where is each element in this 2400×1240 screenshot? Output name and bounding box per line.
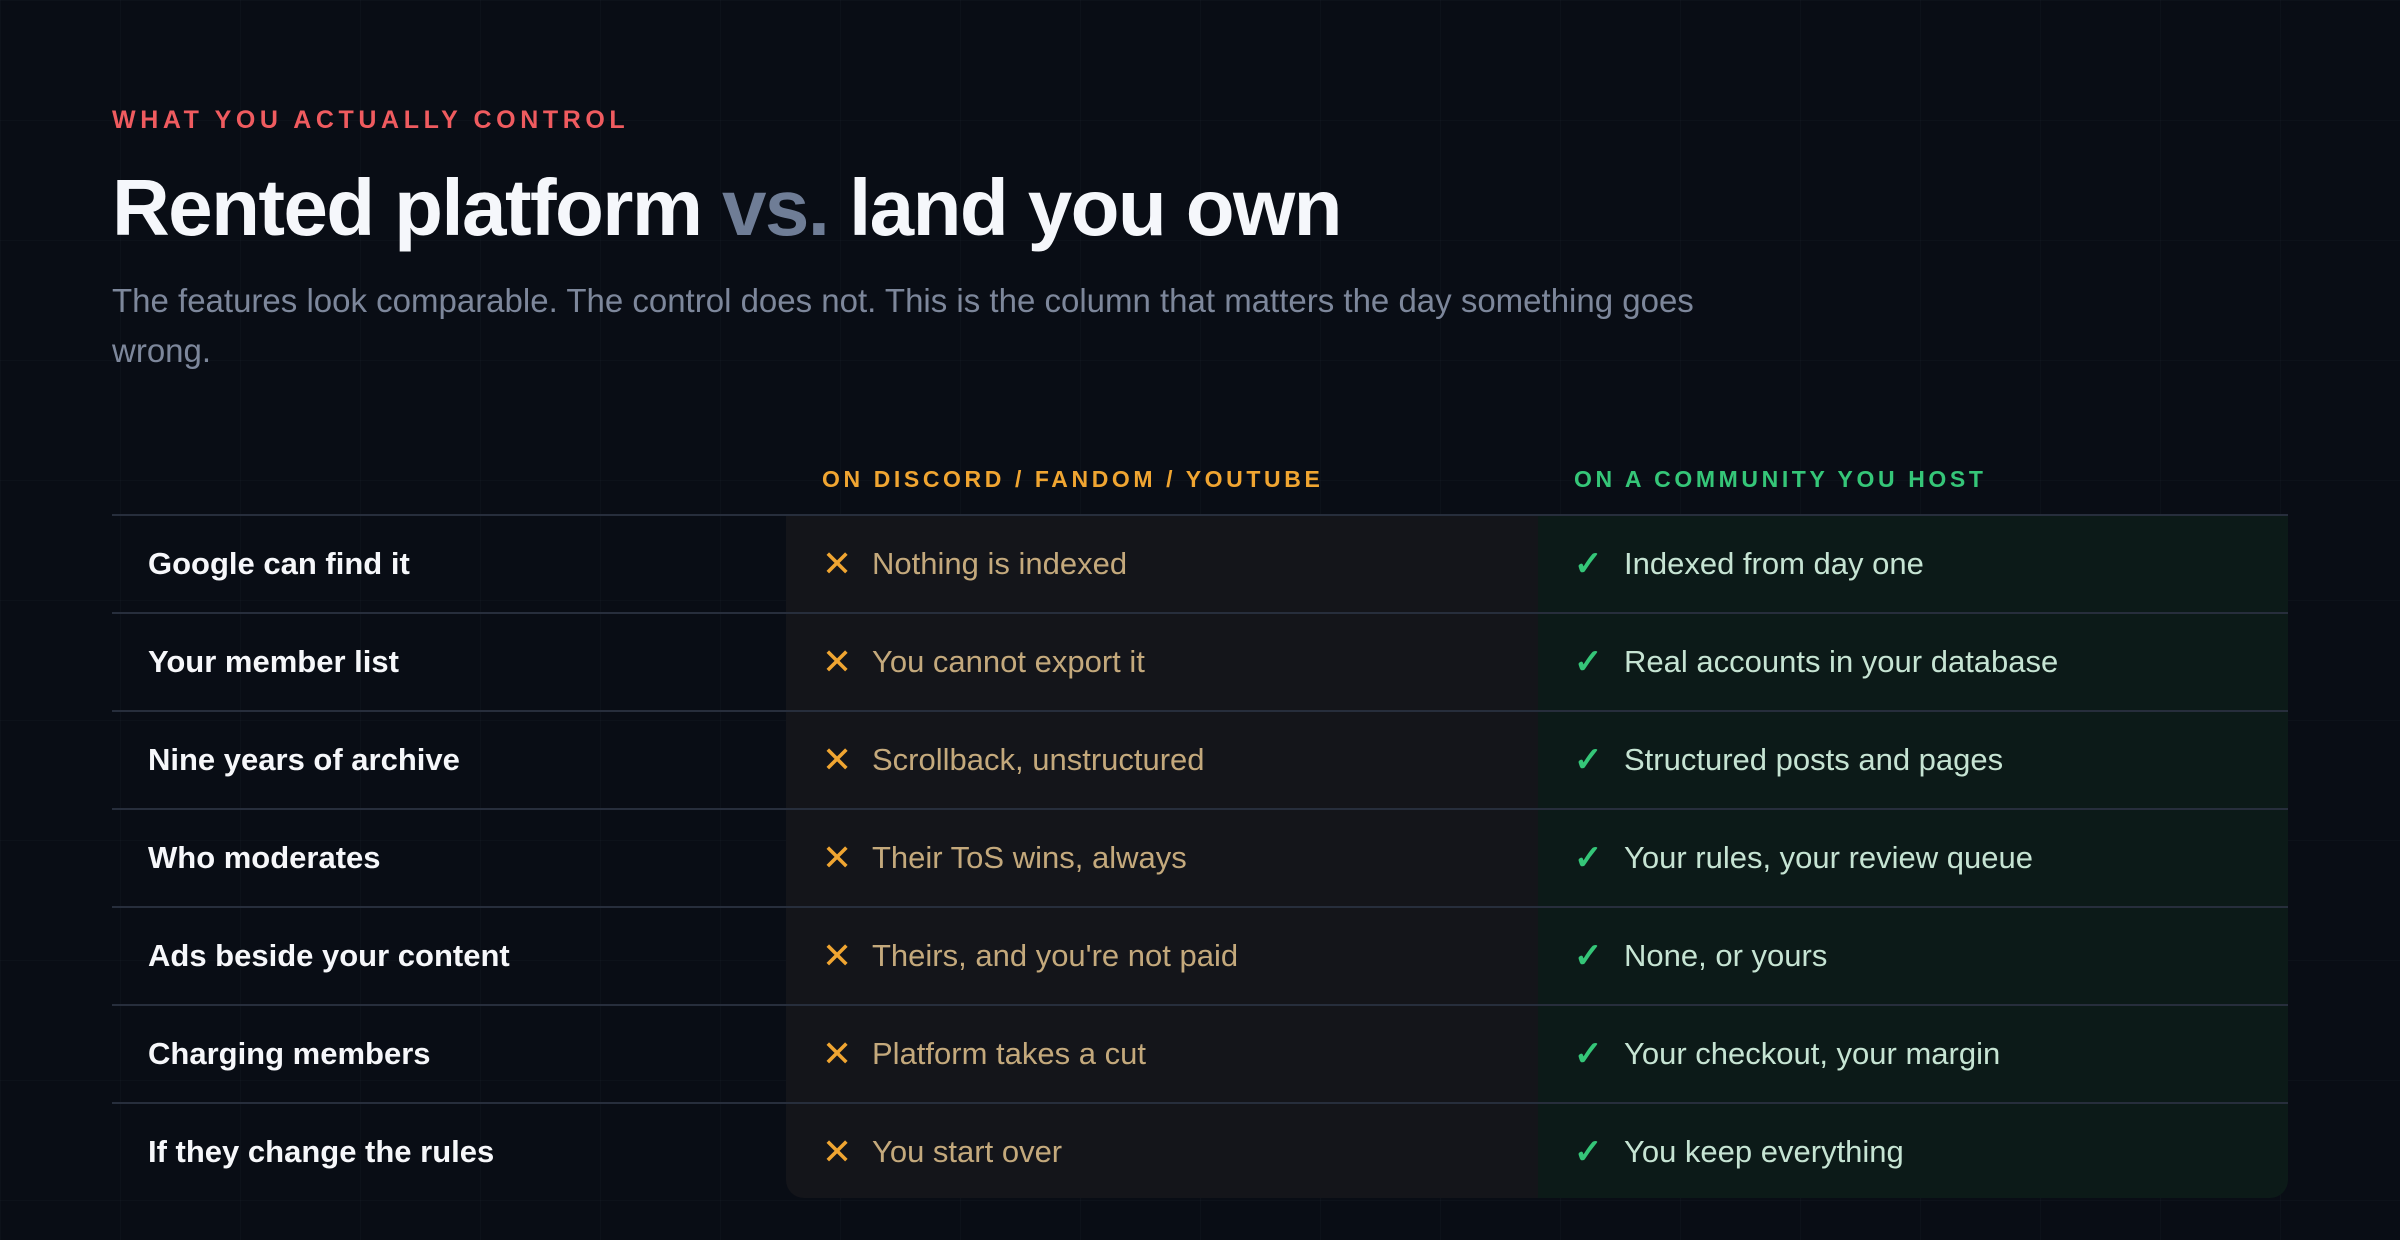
rented-text: Their ToS wins, always <box>872 840 1187 875</box>
owned-cell: ✓ You keep everything <box>1574 1104 1904 1200</box>
owned-text: None, or yours <box>1624 938 1828 973</box>
table-row: Your member list ✕ You cannot export it ✓ Re… <box>112 612 2288 710</box>
rented-cell: ✕ You start over <box>822 1104 1062 1200</box>
owned-cell: ✓ None, or yours <box>1574 908 1827 1004</box>
row-label: Your member list <box>148 644 399 679</box>
comparison-table: Google can find it ✕ Nothing is indexed ✓ In… <box>112 514 2288 1200</box>
row-label: Who moderates <box>148 840 381 875</box>
title-vs: vs. <box>722 163 830 252</box>
row-label: Charging members <box>148 1036 431 1071</box>
owned-text: Real accounts in your database <box>1624 644 2059 679</box>
column-header-rented: ON DISCORD / FANDOM / YOUTUBE <box>822 466 1324 492</box>
table-row: Nine years of archive ✕ Scrollback, unstru… <box>112 710 2288 808</box>
eyebrow-label: WHAT YOU ACTUALLY CONTROL <box>112 106 630 134</box>
checkmark-icon: ✓ <box>1574 1133 1603 1171</box>
row-label: Google can find it <box>148 546 410 581</box>
checkmark-icon: ✓ <box>1574 839 1603 877</box>
row-label: Nine years of archive <box>148 742 460 777</box>
cross-icon: ✕ <box>822 543 853 584</box>
row-label: Ads beside your content <box>148 938 510 973</box>
table-row: Ads beside your content ✕ Theirs, and you'… <box>112 906 2288 1004</box>
owned-text: Indexed from day one <box>1624 546 1924 581</box>
row-label: If they change the rules <box>148 1134 495 1169</box>
cross-icon: ✕ <box>822 1131 853 1172</box>
cross-icon: ✕ <box>822 641 853 682</box>
title-part-rented: Rented platform <box>112 163 722 252</box>
table-row: Google can find it ✕ Nothing is indexed ✓ In… <box>112 514 2288 612</box>
rented-text: You cannot export it <box>872 644 1145 679</box>
rented-cell: ✕ Nothing is indexed <box>822 516 1127 612</box>
page-subtitle: The features look comparable. The contro… <box>112 282 1694 369</box>
rented-cell: ✕ Their ToS wins, always <box>822 810 1187 906</box>
cross-icon: ✕ <box>822 837 853 878</box>
rented-cell: ✕ Theirs, and you're not paid <box>822 908 1238 1004</box>
table-row: Charging members ✕ Platform takes a cut ✓ Yo… <box>112 1004 2288 1102</box>
column-header-owned: ON A COMMUNITY YOU HOST <box>1574 466 1987 492</box>
checkmark-icon: ✓ <box>1574 741 1603 779</box>
cross-icon: ✕ <box>822 1033 853 1074</box>
rented-text: Scrollback, unstructured <box>872 742 1205 777</box>
checkmark-icon: ✓ <box>1574 1035 1603 1073</box>
owned-cell: ✓ Your rules, your review queue <box>1574 810 2033 906</box>
owned-text: Structured posts and pages <box>1624 742 2004 777</box>
table-row: Who moderates ✕ Their ToS wins, always ✓ You… <box>112 808 2288 906</box>
owned-cell: ✓ Indexed from day one <box>1574 516 1924 612</box>
owned-cell: ✓ Real accounts in your database <box>1574 614 2058 710</box>
table-row: If they change the rules ✕ You start over ✓… <box>112 1102 2288 1200</box>
checkmark-icon: ✓ <box>1574 937 1603 975</box>
title-part-owned: land you own <box>828 163 1343 252</box>
page-title: Rented platform vs. land you own <box>112 158 1343 258</box>
owned-text: Your checkout, your margin <box>1624 1036 2001 1071</box>
rented-cell: ✕ You cannot export it <box>822 614 1145 710</box>
rented-cell: ✕ Platform takes a cut <box>822 1006 1146 1102</box>
rented-text: Platform takes a cut <box>872 1036 1146 1071</box>
checkmark-icon: ✓ <box>1574 643 1603 681</box>
rented-text: Nothing is indexed <box>872 546 1128 581</box>
rented-cell: ✕ Scrollback, unstructured <box>822 712 1205 808</box>
rented-text: You start over <box>872 1134 1063 1169</box>
checkmark-icon: ✓ <box>1574 545 1603 583</box>
cross-icon: ✕ <box>822 739 853 780</box>
owned-cell: ✓ Structured posts and pages <box>1574 712 2003 808</box>
owned-text: Your rules, your review queue <box>1624 840 2033 875</box>
owned-text: You keep everything <box>1624 1134 1904 1169</box>
owned-cell: ✓ Your checkout, your margin <box>1574 1006 2000 1102</box>
rented-text: Theirs, and you're not paid <box>872 938 1239 973</box>
cross-icon: ✕ <box>822 935 853 976</box>
